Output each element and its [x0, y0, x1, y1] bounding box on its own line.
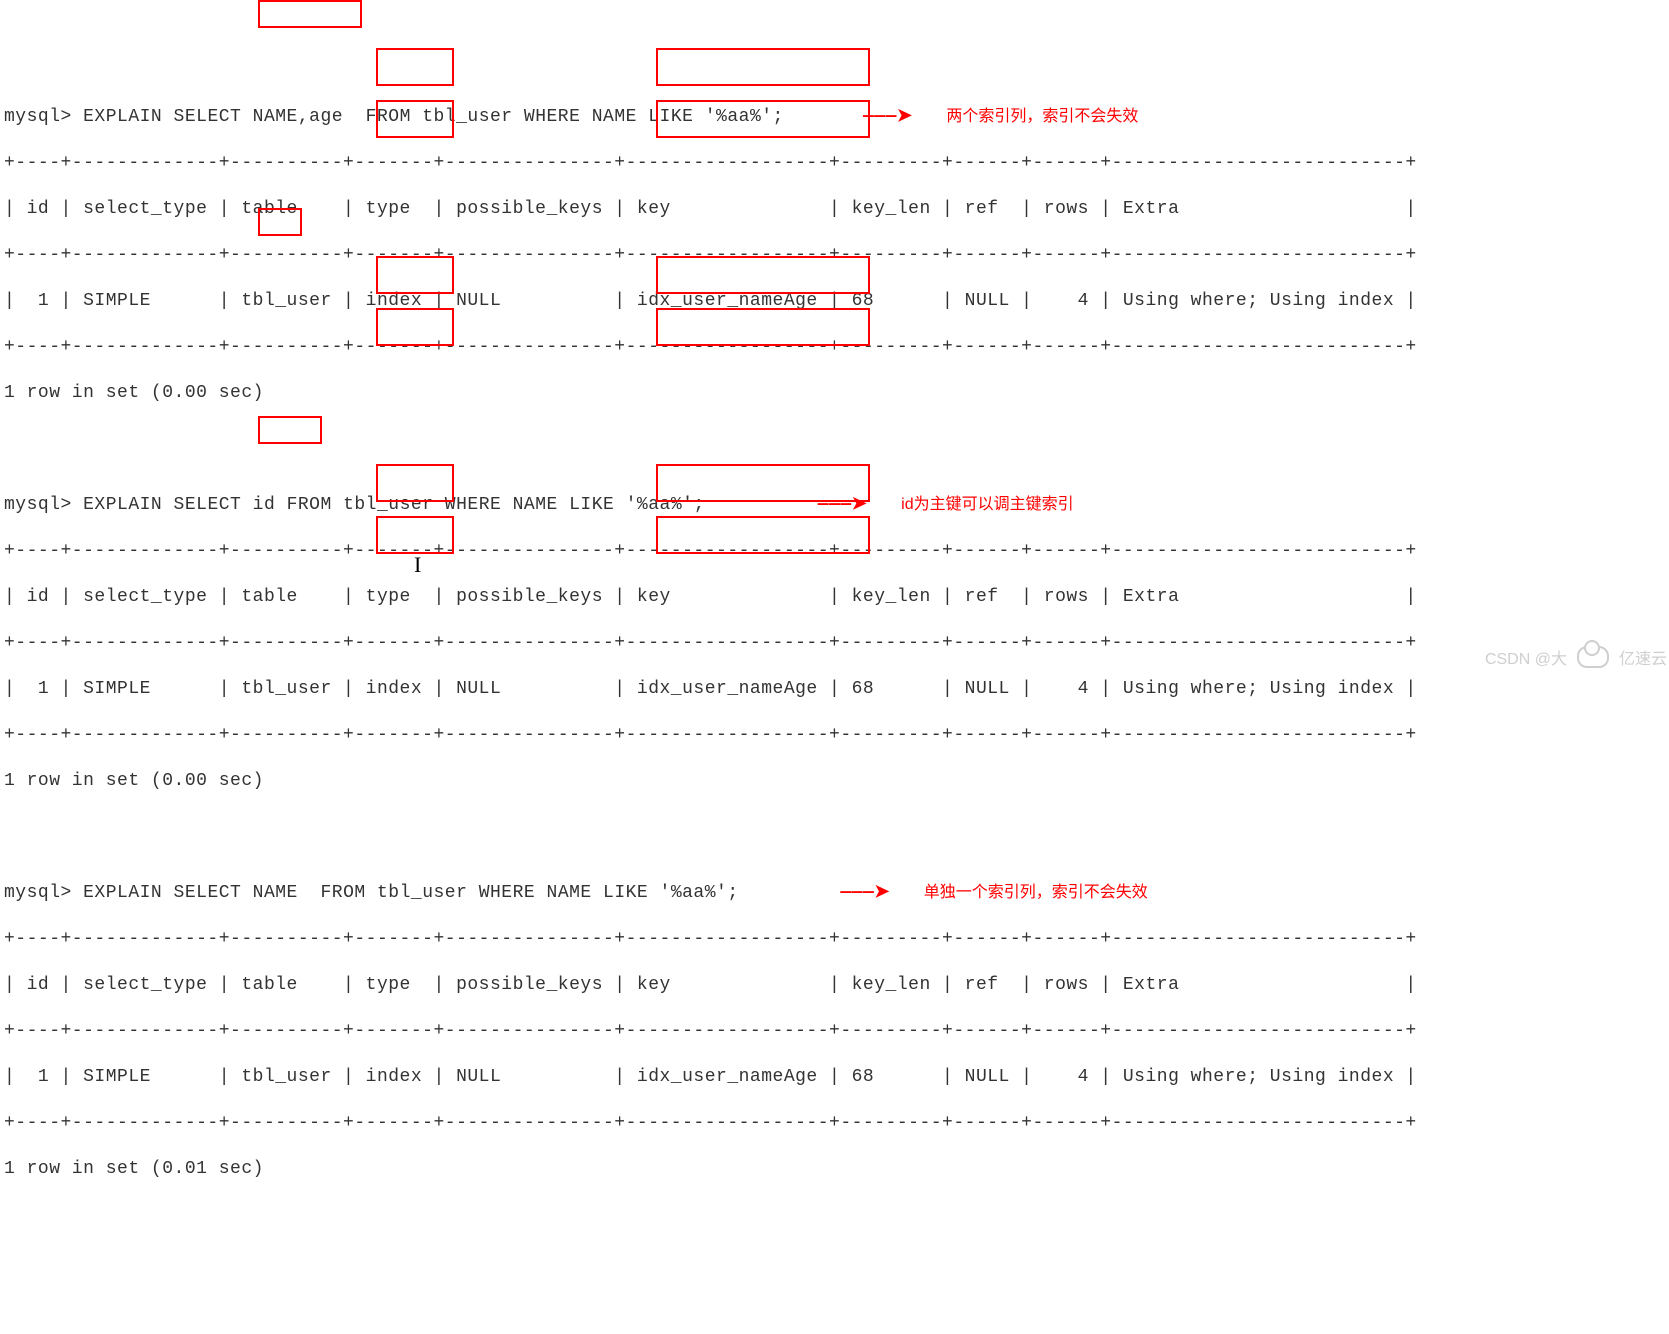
arrow-icon: ———➤ — [840, 883, 890, 903]
annotation-1: 两个索引列，索引不会失效 — [946, 108, 1138, 125]
table-row: | 1 | SIMPLE | tbl_user | index | NULL |… — [4, 676, 1669, 702]
table-border: +----+-------------+----------+-------+-… — [4, 926, 1669, 952]
timing-2: 1 row in set (0.00 sec) — [4, 768, 1669, 794]
annotation-3: 单独一个索引列，索引不会失效 — [924, 884, 1148, 901]
watermark-csdn: CSDN @大 — [1485, 645, 1567, 669]
table-border: +----+-------------+----------+-------+-… — [4, 538, 1669, 564]
table-border: +----+-------------+----------+-------+-… — [4, 242, 1669, 268]
table-row: | 1 | SIMPLE | tbl_user | index | NULL |… — [4, 1064, 1669, 1090]
table-border: +----+-------------+----------+-------+-… — [4, 334, 1669, 360]
table-border: +----+-------------+----------+-------+-… — [4, 1110, 1669, 1136]
arrow-icon: ———➤ — [818, 495, 868, 515]
highlighted-columns-1: NAME,age — [253, 107, 343, 127]
table-border: +----+-------------+----------+-------+-… — [4, 630, 1669, 656]
query-line-1: mysql> EXPLAIN SELECT NAME,age FROM tbl_… — [4, 104, 1669, 130]
col-highlight-box — [258, 0, 362, 28]
type-header-box — [376, 48, 454, 86]
table-border: +----+-------------+----------+-------+-… — [4, 150, 1669, 176]
text-cursor-icon: I — [414, 552, 422, 578]
watermark: CSDN @大 亿速云 — [1485, 645, 1667, 669]
cloud-icon — [1577, 646, 1609, 668]
query-line-2: mysql> EXPLAIN SELECT id FROM tbl_user W… — [4, 492, 1669, 518]
table-border: +----+-------------+----------+-------+-… — [4, 722, 1669, 748]
query-line-3: mysql> EXPLAIN SELECT NAME FROM tbl_user… — [4, 880, 1669, 906]
table-border: +----+-------------+----------+-------+-… — [4, 1018, 1669, 1044]
highlighted-columns-2: id — [253, 495, 276, 515]
key-header-box — [656, 48, 870, 86]
timing-3: 1 row in set (0.01 sec) — [4, 1156, 1669, 1182]
table-header: | id | select_type | table | type | poss… — [4, 972, 1669, 998]
highlighted-columns-3: NAME — [253, 883, 298, 903]
table-header: | id | select_type | table | type | poss… — [4, 196, 1669, 222]
table-row: | 1 | SIMPLE | tbl_user | index | NULL |… — [4, 288, 1669, 314]
watermark-yisu: 亿速云 — [1619, 645, 1667, 669]
table-header: | id | select_type | table | type | poss… — [4, 584, 1669, 610]
arrow-icon: ———➤ — [863, 107, 913, 127]
timing-1: 1 row in set (0.00 sec) — [4, 380, 1669, 406]
annotation-2: id为主键可以调主键索引 — [901, 496, 1073, 513]
